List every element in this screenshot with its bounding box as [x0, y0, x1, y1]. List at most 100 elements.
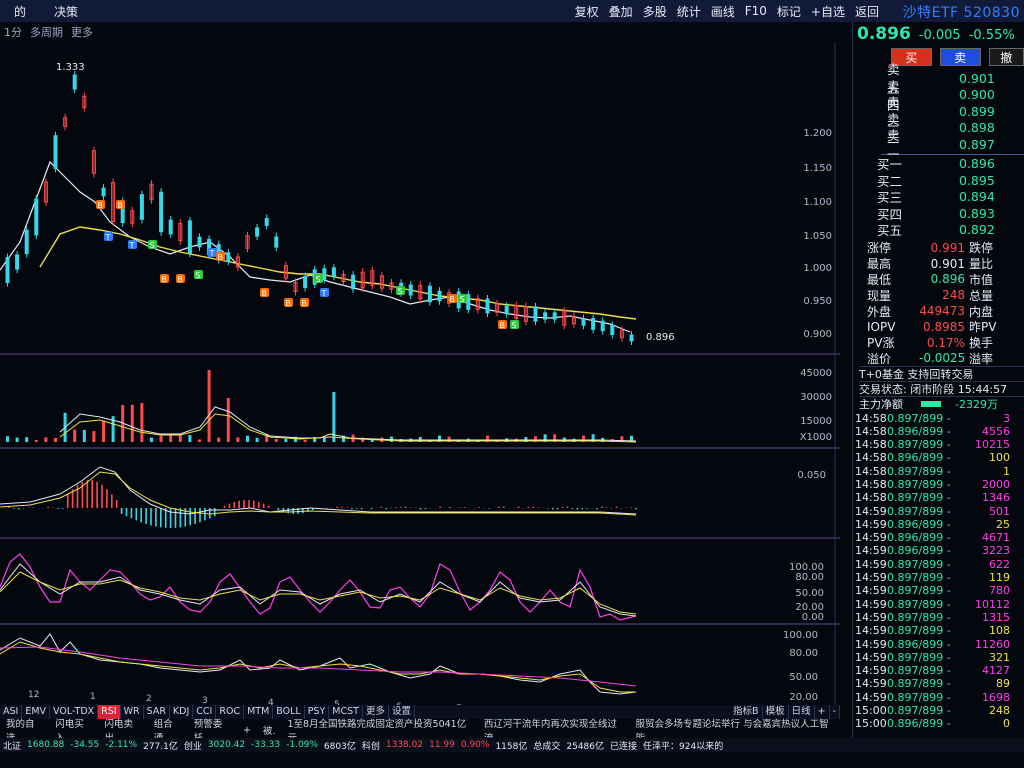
kline-chart-area[interactable]: BBTTSBBSTBBBBSTSBSBS 1.333 0.896 1.200 1…	[0, 42, 840, 718]
stat-value: 0.896	[930, 272, 965, 287]
rsi-tick-2: 50.00	[789, 672, 818, 683]
candle	[274, 236, 279, 248]
tool-mark[interactable]: 标记	[772, 3, 806, 20]
tool-overlay[interactable]: 叠加	[604, 3, 638, 20]
tick-list[interactable]: 14:58 0.897/899 -3 14:58 0.896/899 -4556 14:…	[853, 411, 1024, 731]
period-item-more[interactable]: 更多	[67, 24, 97, 40]
stat-value: 0.901	[930, 256, 965, 271]
signal-label: S	[460, 295, 465, 304]
tick-time: 14:59	[855, 637, 887, 651]
tick-price: 0.897/899 -	[887, 438, 951, 452]
candle	[255, 227, 260, 237]
tick-row: 14:59 0.897/899 - 1698	[853, 691, 1024, 704]
tool-multi-stock[interactable]: 多股	[638, 3, 672, 20]
tick-price: 0.896/899 -	[887, 451, 951, 465]
bid-row[interactable]: 买一 0.896	[853, 156, 1024, 172]
volume-tick-0: 45000	[800, 368, 832, 379]
bid-row[interactable]: 买二 0.895	[853, 172, 1024, 189]
bid-row[interactable]: 买四 0.893	[853, 205, 1024, 222]
tick-qty: 501	[989, 504, 1010, 518]
tick-row: 14:59 0.897/899 - 321	[853, 651, 1024, 664]
volume-bar	[217, 437, 221, 442]
stat-row: 现量 248 总量	[853, 287, 1024, 303]
add-button[interactable]: +	[237, 725, 257, 736]
bid-price: 0.893	[959, 205, 995, 221]
rsi-tick-0: 100.00	[783, 630, 818, 641]
index-item: 25486亿	[566, 741, 605, 752]
tick-time: 14:59	[855, 610, 887, 624]
candle	[504, 305, 509, 315]
tick-row: 14:59 0.896/899 - 11260	[853, 637, 1024, 651]
stat-value: 0.17%	[926, 335, 965, 350]
candle	[53, 135, 58, 169]
x-tick-1: 1	[90, 692, 96, 702]
menu-item-decision[interactable]: 决策	[40, 3, 92, 20]
candle	[226, 252, 231, 262]
tick-price: 0.897/899 -	[887, 664, 951, 678]
chart-canvas[interactable]: B BTT SB B ST BBB BST SB SB S	[0, 42, 840, 718]
signal-label: T	[105, 233, 111, 242]
volume-bar	[25, 437, 29, 442]
volume-bar	[236, 437, 240, 442]
tick-price: 0.896/899 -	[887, 637, 951, 651]
tick-qty: 11260	[975, 637, 1010, 651]
price-tick-6: 0.900	[803, 329, 832, 340]
tick-time: 14:58	[855, 464, 887, 478]
bid-row[interactable]: 买五 0.892	[853, 222, 1024, 238]
volume-bar	[102, 420, 105, 442]
tick-time: 14:59	[855, 571, 887, 585]
stat-key: PV涨	[867, 336, 895, 351]
tick-qty: 119	[989, 571, 1010, 585]
period-item-1[interactable]: 1分	[0, 24, 26, 40]
price-tick-3: 1.050	[803, 231, 832, 242]
more-button[interactable]: 被.	[257, 723, 282, 737]
index-item: 1338.02	[385, 740, 424, 750]
menu-item-0[interactable]: 的	[0, 3, 40, 20]
tool-f10[interactable]: F10	[740, 4, 772, 18]
candle	[331, 267, 336, 277]
tool-statistics[interactable]: 统计	[672, 3, 706, 20]
period-item-multi[interactable]: 多周期	[26, 24, 67, 40]
quick-action-bar: 我的自选 闪电买入 闪电卖出 组合通 预警委托 + 被. 1至8月全国铁路完成固…	[0, 719, 840, 744]
volume-bar	[140, 402, 144, 442]
ask-price: 0.901	[959, 70, 995, 86]
bid-row[interactable]: 买三 0.894	[853, 189, 1024, 205]
main-flow-bar	[921, 401, 941, 408]
tool-fuquan[interactable]: 复权	[570, 3, 604, 20]
candle	[24, 229, 29, 255]
index-item: 1680.88	[27, 740, 65, 750]
bid-price: 0.896	[959, 156, 995, 172]
stat-key: 现量	[867, 288, 892, 303]
ask-row[interactable]: 卖一 0.897	[853, 128, 1024, 162]
volume-bar	[92, 431, 96, 442]
tick-qty: 780	[989, 584, 1010, 598]
stat-row: PV涨 0.17% 换手	[853, 335, 1024, 351]
signal-label: S	[150, 241, 155, 250]
stat-key-2: 溢率	[969, 351, 994, 366]
volume-unit: X1000	[799, 432, 832, 443]
tick-row: 14:58 0.897/899 - 3	[853, 411, 1024, 425]
main-flow-label: 主力净额	[859, 398, 903, 412]
signal-label: S	[316, 275, 321, 284]
tool-draw-line[interactable]: 画线	[706, 3, 740, 20]
cancel-order-button[interactable]: 撤	[988, 48, 1024, 66]
sell-button[interactable]: 卖	[939, 48, 981, 66]
stat-key-2: 跌停	[969, 241, 994, 256]
tick-time: 14:59	[855, 504, 887, 518]
tab-mtm[interactable]: MTM	[244, 705, 274, 719]
tick-time: 14:59	[855, 517, 887, 531]
candle	[466, 294, 471, 310]
tick-time: 14:59	[855, 531, 887, 545]
tool-back[interactable]: 返回	[850, 3, 884, 20]
candle	[427, 285, 432, 303]
tick-price: 0.897/899 -	[887, 464, 951, 478]
stat-key: 涨停	[867, 241, 892, 256]
index-item: 北证	[3, 741, 22, 752]
tick-row: 14:59 0.897/899 - 108	[853, 624, 1024, 637]
tool-add-favorite[interactable]: +自选	[806, 3, 850, 20]
toolbar: 复权 叠加 多股 统计 画线 F10 标记 +自选 返回	[570, 0, 884, 22]
volume-bar	[322, 437, 326, 442]
volume-bar	[198, 439, 201, 442]
volume-bar	[226, 398, 230, 442]
ask-price: 0.898	[959, 120, 995, 136]
